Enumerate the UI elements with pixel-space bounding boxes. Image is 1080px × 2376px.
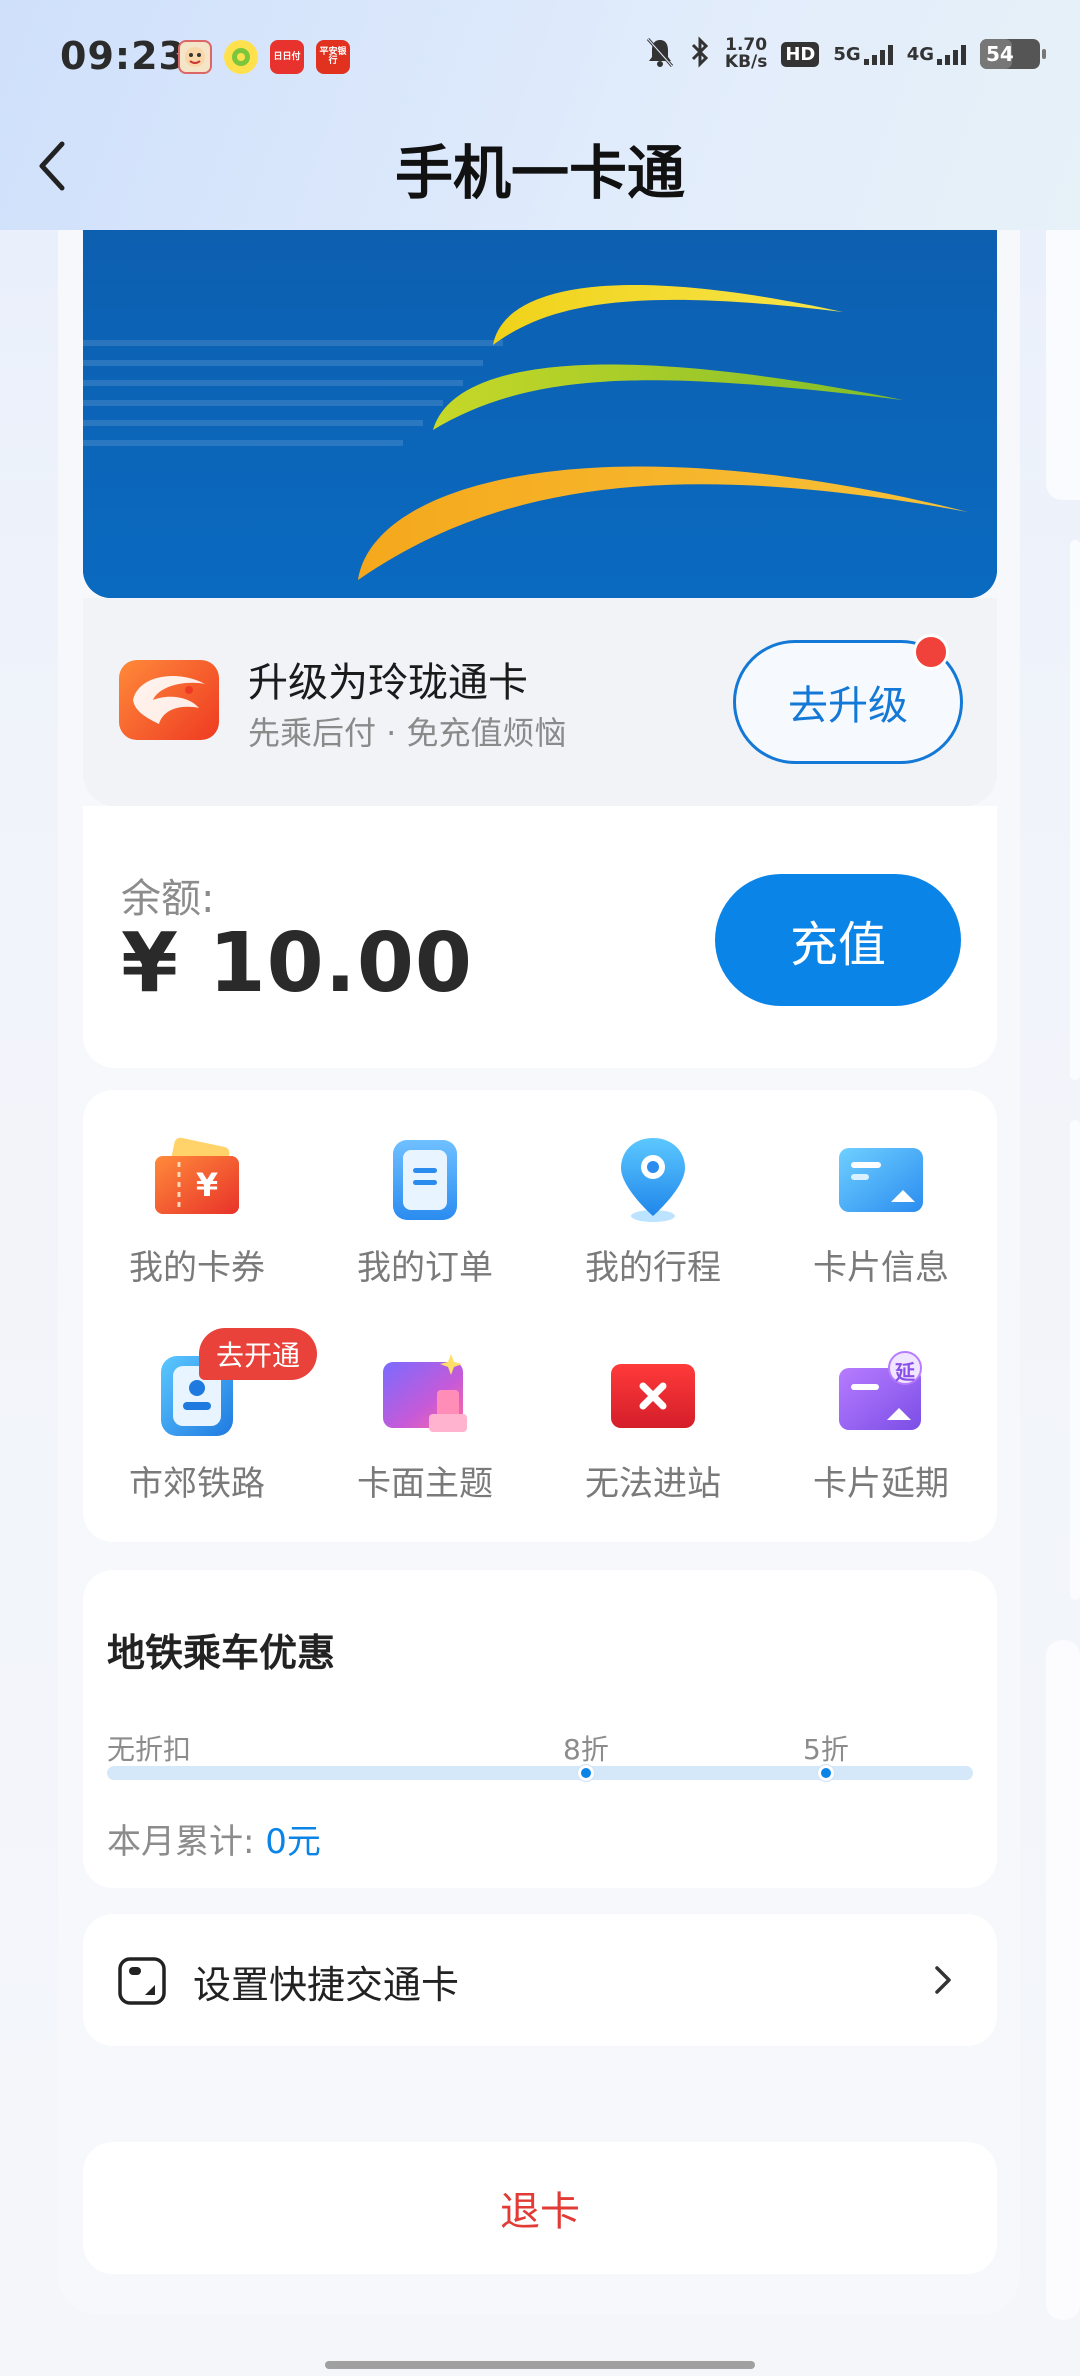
status-bar: 09:23 日日付 平安银行 1.70 KB/s HD 5G 4G 54 <box>0 0 1080 115</box>
monthly-total-value: 0元 <box>265 1822 321 1862</box>
monthly-total: 本月累计: 0元 <box>107 1814 321 1863</box>
monthly-total-label: 本月累计: <box>107 1822 266 1862</box>
hd-voice-badge: HD <box>781 41 820 67</box>
card-theme-icon <box>379 1350 471 1442</box>
services-grid: ¥ 我的卡券 我的订单 我的行程 卡片信息 市郊铁路 卡面主题 无法进站 延 卡… <box>83 1090 997 1542</box>
tier-label-50off: 5折 <box>803 1733 849 1766</box>
upgrade-title: 升级为玲珑通卡 <box>248 660 528 706</box>
discount-progress-bar <box>107 1765 973 1781</box>
upgrade-subtitle: 先乘后付 · 免充值烦恼 <box>248 714 567 752</box>
order-icon <box>379 1134 471 1226</box>
set-shortcut-card-row[interactable]: 设置快捷交通卡 <box>83 1914 997 2046</box>
balance-value: ¥ 10.00 <box>121 916 473 1011</box>
next-card-peek-4 <box>1046 1640 1080 2320</box>
app-icon-2 <box>224 40 258 74</box>
service-label: 市郊铁路 <box>129 1464 265 1504</box>
app-icon-1 <box>178 40 212 74</box>
app-icon-4: 平安银行 <box>316 40 350 74</box>
activate-badge[interactable]: 去开通 <box>199 1328 317 1380</box>
return-card-label: 退卡 <box>500 2189 580 2235</box>
cannot-enter-icon <box>607 1350 699 1442</box>
page-title: 手机一卡通 <box>394 139 685 207</box>
linglong-card-logo-icon <box>119 660 219 740</box>
service-label: 我的卡券 <box>129 1248 265 1288</box>
metro-discount-title: 地铁乘车优惠 <box>107 1631 336 1675</box>
recharge-button[interactable]: 充值 <box>715 874 961 1006</box>
location-pin-icon <box>607 1134 699 1226</box>
next-card-peek-2 <box>1070 540 1080 1080</box>
network-speed: 1.70 KB/s <box>724 35 768 72</box>
service-label: 我的行程 <box>585 1248 721 1288</box>
status-time: 09:23 <box>60 34 186 78</box>
signal-5g: 5G <box>833 43 893 65</box>
upgrade-banner: 升级为玲珑通卡 先乘后付 · 免充值烦恼 去升级 <box>83 598 997 806</box>
service-card-theme[interactable]: 卡面主题 <box>311 1306 539 1506</box>
coupon-icon: ¥ <box>151 1134 243 1226</box>
signal-bars-icon <box>937 43 966 65</box>
service-label: 无法进站 <box>585 1464 721 1504</box>
signal-bars-icon <box>863 43 893 65</box>
signal-4g: 4G <box>907 43 966 65</box>
svg-text:¥: ¥ <box>196 1166 218 1204</box>
extend-badge-text: 延 <box>895 1360 915 1384</box>
system-icons: 1.70 KB/s HD 5G 4G 54 <box>645 35 1046 72</box>
next-card-peek[interactable] <box>1046 230 1080 500</box>
service-cannot-enter[interactable]: 无法进站 <box>539 1306 767 1506</box>
shortcut-label: 设置快捷交通卡 <box>193 1963 460 2007</box>
next-card-peek-3 <box>1070 1120 1080 1600</box>
tier-marker-20off <box>578 1765 594 1781</box>
home-indicator[interactable] <box>325 2361 755 2369</box>
transit-card-image[interactable] <box>83 230 997 598</box>
tier-marker-50off <box>818 1765 834 1781</box>
service-card-extend[interactable]: 延 卡片延期 <box>767 1306 995 1506</box>
tier-label-none: 无折扣 <box>107 1733 192 1766</box>
return-card-button[interactable]: 退卡 <box>83 2142 997 2274</box>
service-card-info[interactable]: 卡片信息 <box>767 1090 995 1290</box>
card-extend-icon: 延 <box>835 1350 927 1442</box>
shortcut-card-icon <box>117 1956 167 2006</box>
card-info-icon <box>835 1134 927 1226</box>
service-label: 卡面主题 <box>357 1464 493 1504</box>
metro-discount-card: 地铁乘车优惠 无折扣 8折 5折 本月累计: 0元 <box>83 1570 997 1888</box>
service-label: 卡片信息 <box>813 1248 949 1288</box>
notification-app-icons: 日日付 平安银行 <box>178 40 350 74</box>
bluetooth-icon <box>689 36 711 72</box>
chevron-right-icon <box>923 1960 963 2000</box>
service-my-coupons[interactable]: ¥ 我的卡券 <box>83 1090 311 1290</box>
battery-icon: 54 <box>980 39 1046 69</box>
transit-card-logo-icon <box>83 230 997 598</box>
service-label: 我的订单 <box>357 1248 493 1288</box>
service-my-orders[interactable]: 我的订单 <box>311 1090 539 1290</box>
balance-card: 余额: ¥ 10.00 充值 <box>83 806 997 1068</box>
notification-dot <box>913 634 949 670</box>
tier-label-20off: 8折 <box>563 1733 609 1766</box>
mute-bell-icon <box>645 36 675 72</box>
service-my-trips[interactable]: 我的行程 <box>539 1090 767 1290</box>
app-icon-3: 日日付 <box>270 40 304 74</box>
service-label: 卡片延期 <box>813 1464 949 1504</box>
